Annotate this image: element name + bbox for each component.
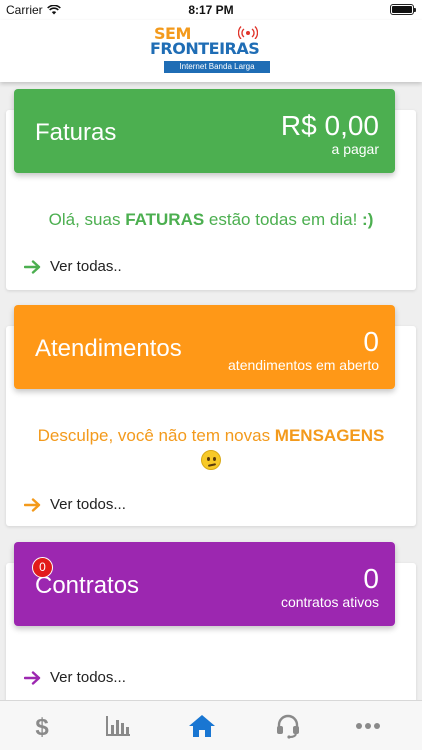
atendimentos-message-strong: MENSAGENS [274,426,385,445]
tab-faturas[interactable]: $ [0,701,84,750]
contratos-link-label: Ver todos... [50,669,126,686]
faturas-message-pre: Olá, suas [48,210,126,229]
atendimentos-message: Desculpe, você não tem novas MENSAGENS [6,424,416,470]
faturas-value: R$ 0,00 [280,110,379,141]
faturas-subtitle: a pagar [331,141,379,157]
atendimentos-link-label: Ver todos... [50,496,126,513]
faturas-message-post: estão todas em dia! [204,210,363,229]
faturas-message-strong: FATURAS [125,210,205,229]
faturas-title: Faturas [35,119,117,146]
atendimentos-title: Atendimentos [35,335,182,362]
arrow-right-icon [24,670,41,685]
contratos-see-all-link[interactable]: Ver todos... [24,669,126,686]
contratos-subtitle: contratos ativos [280,594,379,610]
faturas-banner[interactable]: Faturas R$ 0,00 a pagar [14,89,395,173]
contratos-value: 0 [363,563,379,594]
contratos-banner[interactable]: Contratos 0 contratos ativos [14,542,395,626]
atendimentos-message-pre: Desculpe, você não tem novas [37,426,275,445]
atendimentos-value: 0 [363,326,379,357]
battery-level [392,6,412,13]
status-bar: Carrier 8:17 PM [0,0,422,20]
atendimentos-see-all-link[interactable]: Ver todos... [24,496,126,513]
atendimentos-banner[interactable]: Atendimentos 0 atendimentos em aberto [14,305,395,389]
faturas-message: Olá, suas FATURAS estão todas em dia! :) [6,208,416,231]
confused-face-icon [201,449,221,470]
bar-chart-icon [106,716,130,736]
arrow-right-icon [24,259,41,274]
app-header: SEM FRONTEIRAS Internet Banda Larga [0,20,422,82]
tab-mais[interactable] [326,701,410,750]
contratos-notification-badge: 0 [32,557,53,578]
dollar-icon: $ [35,714,49,739]
tab-home[interactable] [160,701,244,750]
faturas-message-smiley: :) [362,210,374,229]
logo-line2: FRONTEIRAS [150,39,260,58]
home-icon [189,715,215,737]
faturas-see-all-link[interactable]: Ver todas.. [24,258,122,275]
headset-icon [277,714,299,739]
more-icon [356,723,380,729]
battery-icon [390,4,416,15]
atendimentos-subtitle: atendimentos em aberto [228,357,379,373]
logo-tagline: Internet Banda Larga [164,61,270,73]
status-time: 8:17 PM [188,3,234,17]
sem-fronteiras-logo: SEM FRONTEIRAS Internet Banda Larga [150,25,274,79]
contratos-title: Contratos [35,572,140,599]
arrow-right-icon [24,497,41,512]
signal-icon [238,26,258,39]
tab-atendimento[interactable] [246,701,330,750]
tab-graficos[interactable] [76,701,160,750]
faturas-link-label: Ver todas.. [50,258,122,275]
svg-text:$: $ [35,714,49,739]
bottom-tab-bar: $ [0,700,422,750]
